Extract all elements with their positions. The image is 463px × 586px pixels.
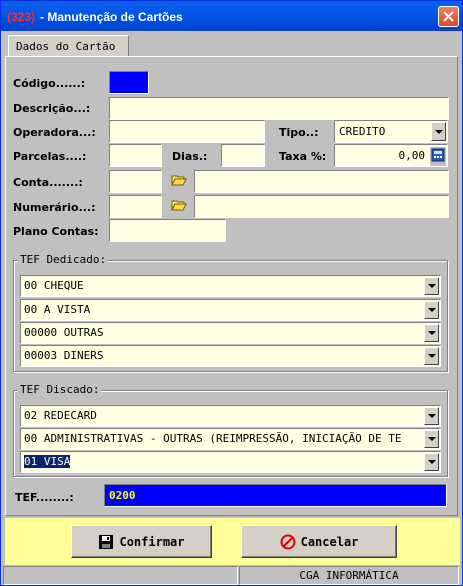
tef-dedicado-select-3[interactable]: 00000 OUTRAS — [20, 322, 441, 344]
select-value: 02 REDECARD — [24, 409, 97, 422]
plano-contas-input[interactable] — [109, 219, 226, 242]
tef-discado-select-2[interactable]: 00 ADMINISTRATIVAS - OUTRAS (REIMPRESSÃO… — [20, 428, 441, 450]
operadora-input[interactable] — [109, 120, 265, 143]
dias-input[interactable] — [221, 144, 265, 167]
tef-dedicado-select-1[interactable]: 00 CHEQUE — [20, 275, 441, 297]
calculator-icon — [431, 148, 445, 162]
chevron-down-icon[interactable] — [424, 301, 439, 319]
tef-dedicado-title: TEF Dedicado: — [18, 253, 109, 266]
tipo-label: Tipo..: — [279, 126, 319, 139]
confirmar-button[interactable]: Confirmar — [71, 525, 212, 558]
folder-open-icon[interactable] — [171, 198, 187, 212]
calculator-button[interactable] — [430, 147, 446, 166]
tef-dedicado-select-4[interactable]: 00003 DINERS — [20, 345, 441, 367]
parcelas-input[interactable] — [109, 144, 162, 167]
numerario-label: Numerário...: — [13, 201, 96, 214]
tef-discado-title: TEF Discado: — [18, 383, 102, 396]
status-right: CGA INFORMÁTICA — [239, 566, 459, 585]
select-value: 01 VISA — [24, 455, 71, 468]
tef-dedicado-select-2[interactable]: 00 A VISTA — [20, 299, 441, 321]
save-icon — [99, 534, 114, 549]
descricao-label: Descrição...: — [13, 102, 91, 115]
select-value: 00 A VISTA — [24, 303, 91, 316]
tef-discado-select-1[interactable]: 02 REDECARD — [20, 405, 441, 427]
select-value: 00000 OUTRAS — [24, 326, 104, 339]
cancelar-label: Cancelar — [300, 534, 359, 549]
tef-discado-select-3[interactable]: 01 VISA — [20, 451, 441, 473]
window-title: - Manutenção de Cartões — [40, 10, 183, 24]
close-button[interactable] — [438, 6, 459, 27]
chevron-down-icon[interactable] — [424, 277, 439, 295]
tipo-select[interactable]: CREDITO — [334, 120, 448, 143]
taxa-input[interactable]: 0,00 — [334, 144, 448, 167]
conta-code-input[interactable] — [109, 170, 162, 193]
operadora-label: Operadora...: — [13, 126, 96, 139]
select-value: 00 ADMINISTRATIVAS - OUTRAS (REIMPRESSÃO… — [24, 432, 402, 445]
tef-label: TEF........: — [15, 491, 74, 504]
folder-open-icon[interactable] — [171, 173, 187, 187]
select-value: 00003 DINERS — [24, 349, 104, 362]
conta-label: Conta.......: — [13, 176, 83, 189]
tef-input[interactable]: 0200 — [104, 484, 447, 507]
codigo-input[interactable] — [109, 71, 149, 94]
numerario-code-input[interactable] — [109, 195, 162, 218]
codigo-label: Código......: — [13, 77, 86, 90]
conta-desc-input[interactable] — [194, 170, 449, 193]
descricao-input[interactable] — [109, 97, 449, 120]
plano-contas-label: Plano Contas: — [13, 225, 99, 238]
cancel-icon — [280, 534, 296, 549]
taxa-label: Taxa %: — [279, 150, 327, 163]
taxa-value: 0,00 — [398, 149, 426, 162]
tab-dados-do-cartao[interactable]: Dados do Cartão — [8, 35, 129, 57]
main-window: (323) - Manutenção de Cartões Dados do C… — [0, 0, 463, 586]
select-value: 00 CHEQUE — [24, 279, 84, 292]
cancelar-button[interactable]: Cancelar — [241, 525, 397, 558]
numerario-desc-input[interactable] — [194, 195, 449, 218]
close-icon — [443, 11, 454, 22]
status-left — [3, 566, 238, 585]
title-bar[interactable]: (323) - Manutenção de Cartões — [1, 1, 462, 31]
chevron-down-icon[interactable] — [424, 407, 439, 425]
chevron-down-icon[interactable] — [424, 324, 439, 342]
dias-label: Dias.: — [172, 150, 208, 163]
chevron-down-icon[interactable] — [424, 347, 439, 365]
parcelas-label: Parcelas....: — [13, 150, 87, 163]
chevron-down-icon[interactable] — [424, 430, 439, 448]
chevron-down-icon[interactable] — [424, 453, 439, 471]
tipo-value: CREDITO — [339, 125, 386, 138]
chevron-down-icon[interactable] — [431, 122, 446, 141]
window-id: (323) — [7, 10, 36, 24]
confirmar-label: Confirmar — [119, 534, 185, 549]
